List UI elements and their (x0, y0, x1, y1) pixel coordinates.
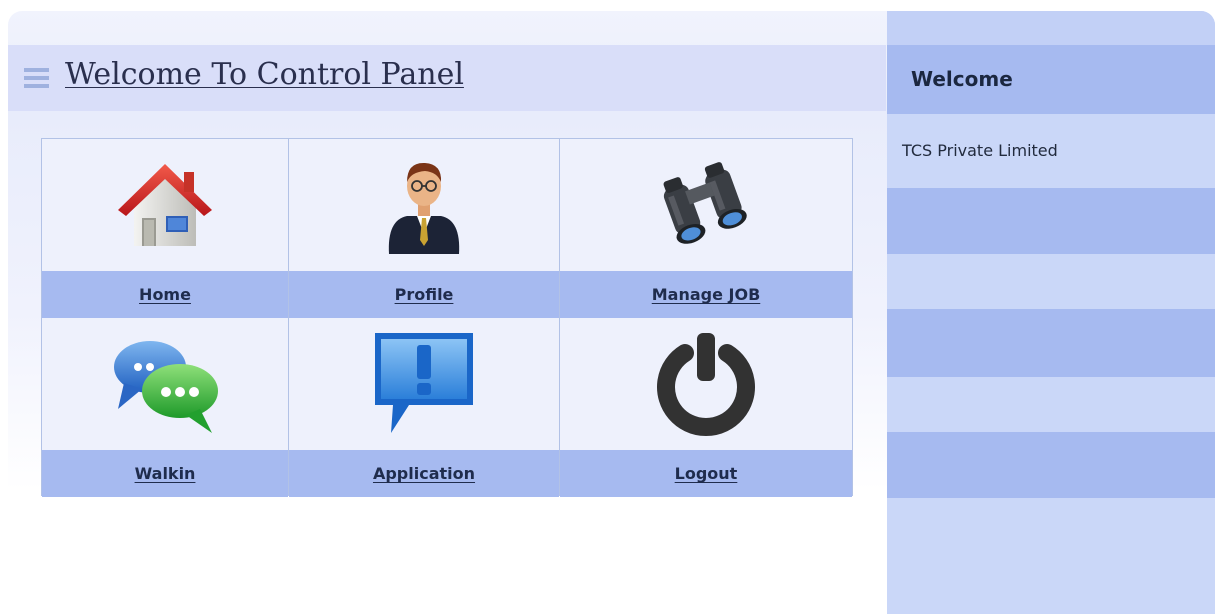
home-tile[interactable]: Home (42, 139, 289, 318)
sidebar-row (887, 377, 1215, 432)
page-title[interactable]: Welcome To Control Panel (65, 57, 464, 92)
businessman-icon (388, 162, 460, 254)
company-name: TCS Private Limited (902, 141, 1058, 160)
tile-label-bar: Manage JOB (560, 271, 852, 318)
tile-grid: Home Profile Manage JOB Walkin Applicati… (41, 138, 853, 497)
tile-label-bar: Walkin (42, 450, 288, 497)
sidebar-title: Welcome (911, 67, 1013, 91)
sidebar-company-row: TCS Private Limited (887, 114, 1215, 188)
tile-label-bar: Application (289, 450, 559, 497)
sidebar-top-band (887, 11, 1215, 45)
menu-icon[interactable] (24, 68, 49, 88)
panel-header: Welcome To Control Panel (8, 45, 886, 111)
walkin-tile[interactable]: Walkin (42, 318, 289, 497)
tile-label-bar: Profile (289, 271, 559, 318)
profile-tile[interactable]: Profile (289, 139, 560, 318)
tile-label-bar: Home (42, 271, 288, 318)
house-icon (118, 164, 212, 246)
tile-image (42, 318, 288, 450)
sidebar-row (887, 498, 1215, 614)
home-link[interactable]: Home (139, 285, 191, 304)
tile-image (560, 139, 852, 271)
manage-job-tile[interactable]: Manage JOB (560, 139, 852, 318)
tile-image (289, 318, 559, 450)
application-link[interactable]: Application (373, 464, 475, 483)
sidebar-header: Welcome (887, 45, 1215, 114)
tile-image (560, 318, 852, 450)
sidebar-row (887, 254, 1215, 309)
binoculars-icon (663, 162, 747, 244)
manage-job-link[interactable]: Manage JOB (652, 285, 761, 304)
sidebar-row (887, 309, 1215, 377)
sidebar-row (887, 432, 1215, 498)
exclamation-bubble-icon (375, 333, 473, 433)
walkin-link[interactable]: Walkin (135, 464, 196, 483)
tile-image (42, 139, 288, 271)
power-icon (657, 333, 755, 437)
sidebar-row (887, 188, 1215, 254)
chat-bubbles-icon (113, 341, 218, 433)
profile-link[interactable]: Profile (395, 285, 454, 304)
logout-link[interactable]: Logout (675, 464, 738, 483)
tile-image (289, 139, 559, 271)
tile-label-bar: Logout (560, 450, 852, 497)
logout-tile[interactable]: Logout (560, 318, 852, 497)
sidebar: Welcome TCS Private Limited (887, 11, 1215, 614)
application-tile[interactable]: Application (289, 318, 560, 497)
